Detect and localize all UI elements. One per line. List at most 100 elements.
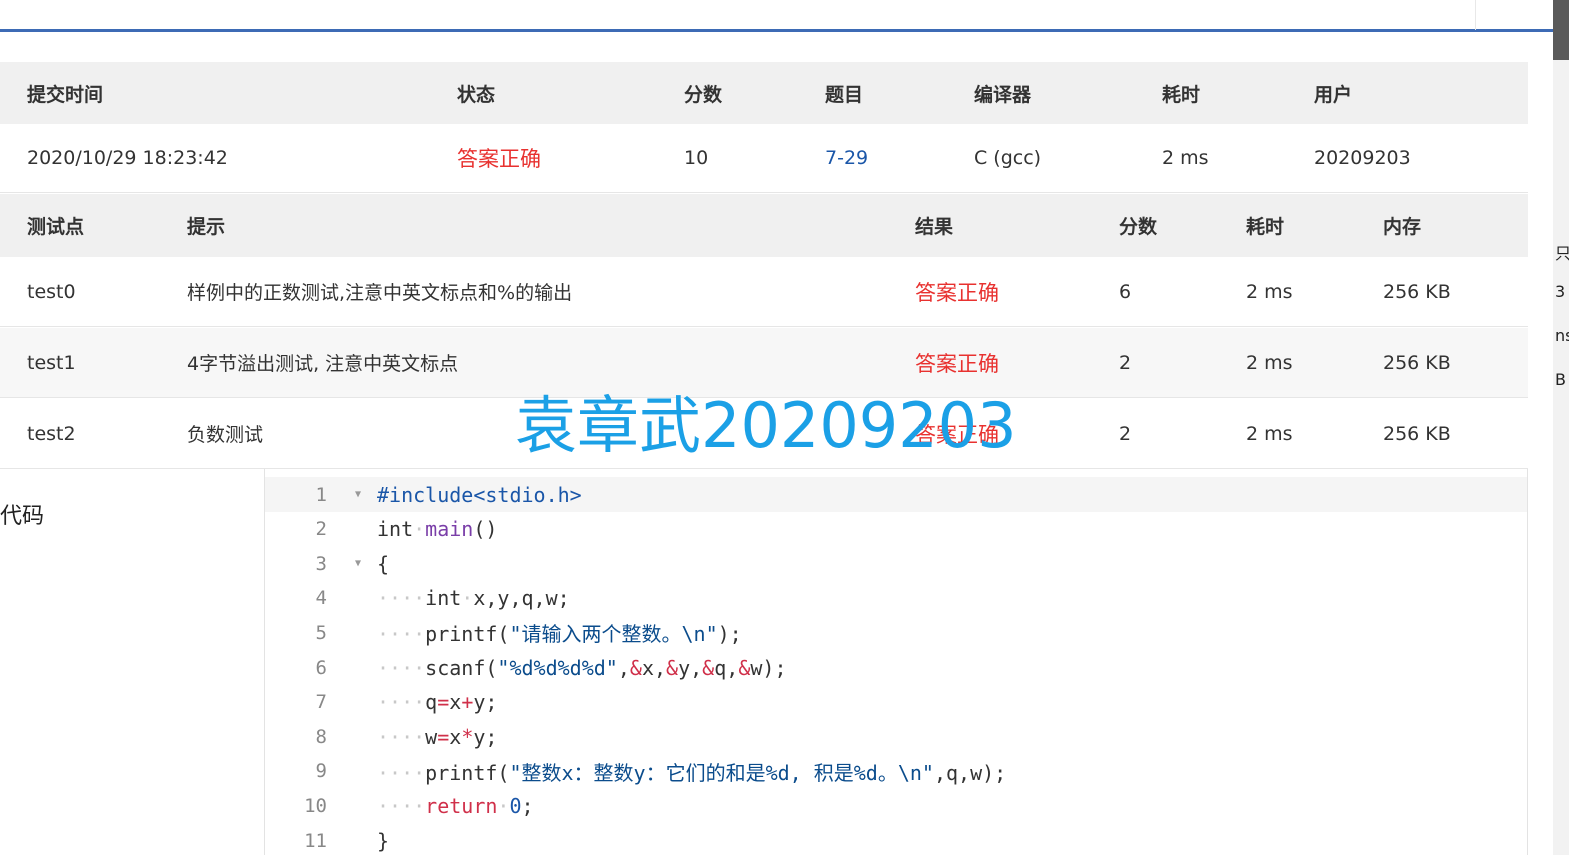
- header-hint: 提示: [187, 216, 226, 238]
- test-result: 答案正确: [915, 280, 999, 305]
- test-score: 2: [1119, 422, 1132, 445]
- code-token: *: [461, 724, 474, 749]
- header-elapsed: 耗时: [1162, 83, 1201, 106]
- test-hint: 负数测试: [187, 424, 264, 446]
- code-line[interactable]: 3 ▼ {: [265, 546, 1527, 581]
- code-line[interactable]: 9 ····printf("整数x：整数y：它们的和是%d, 积是%d。\n",q…: [265, 754, 1527, 789]
- code-editor[interactable]: 1 ▼ #include<stdio.h> 2 int·main() 3 ▼{4 ····in…: [264, 469, 1528, 855]
- fold-arrow-icon[interactable]: ▼: [355, 489, 361, 500]
- header-submit-time: 提交时间: [27, 83, 104, 106]
- problem-link[interactable]: 7-29: [825, 124, 868, 192]
- header-user: 用户: [1314, 83, 1353, 106]
- code-token: x: [449, 724, 462, 749]
- line-number: 11: [304, 829, 327, 852]
- code-token: x,: [641, 655, 667, 680]
- line-number: 4: [315, 587, 327, 610]
- code-token: int: [425, 586, 462, 611]
- code-line[interactable]: 5 ····printf("请输入两个整数。\n");: [265, 615, 1527, 650]
- code-text: ····return·0;: [377, 794, 534, 818]
- code-token: "整数x：整数y：它们的和是%d, 积是%d。\n": [509, 760, 934, 785]
- code-token: =: [437, 690, 450, 715]
- code-token: {: [377, 551, 390, 576]
- code-line[interactable]: 11}: [265, 823, 1527, 855]
- compiler-value: C (gcc): [974, 147, 1042, 169]
- code-line[interactable]: 10 ····return·0;: [265, 788, 1527, 823]
- code-token: ····: [377, 793, 426, 818]
- code-text: ····scanf("%d%d%d%d",&x,&y,&q,&w);: [377, 656, 786, 680]
- test-memory: 256 KB: [1383, 351, 1451, 374]
- line-number: 10: [304, 794, 327, 817]
- edge-char: B: [1555, 370, 1566, 389]
- code-token: ····: [377, 724, 426, 749]
- code-text: ····w=x*y;: [377, 725, 497, 749]
- code-line[interactable]: 7 ····q=x+y;: [265, 685, 1527, 720]
- test-memory: 256 KB: [1383, 280, 1451, 303]
- code-token: q: [425, 690, 438, 715]
- code-line[interactable]: 2 int·main(): [265, 512, 1527, 547]
- top-bar-divider: [1475, 0, 1476, 30]
- code-token: +: [461, 690, 474, 715]
- code-token: &: [666, 655, 679, 680]
- code-token: printf(: [425, 622, 510, 647]
- code-token: ,: [617, 655, 630, 680]
- code-token: w);: [750, 655, 787, 680]
- code-text: {: [377, 552, 389, 576]
- test-score: 2: [1119, 351, 1132, 374]
- code-section-label: 代码: [0, 504, 45, 529]
- code-line[interactable]: 6 ····scanf("%d%d%d%d",&x,&y,&q,&w);: [265, 650, 1527, 685]
- header-compiler: 编译器: [974, 83, 1032, 106]
- header-memory: 内存: [1383, 216, 1422, 238]
- code-token: y;: [473, 724, 498, 749]
- adjacent-window-strip: [1553, 60, 1569, 855]
- top-bar: [0, 0, 1553, 32]
- code-token: 0: [509, 793, 522, 818]
- code-token: );: [717, 622, 742, 647]
- code-token: ·: [497, 793, 510, 818]
- test-id: test0: [27, 280, 76, 303]
- fold-arrow-icon[interactable]: ▼: [355, 558, 361, 569]
- test-time: 2 ms: [1246, 422, 1293, 445]
- header-test-point: 测试点: [27, 216, 85, 238]
- code-token: y,: [678, 655, 703, 680]
- line-number: 7: [315, 691, 327, 714]
- line-number: 6: [315, 656, 327, 679]
- test-memory: 256 KB: [1383, 422, 1451, 445]
- code-token: &: [738, 655, 751, 680]
- table-row: test0 样例中的正数测试,注意中英文标点和%的输出 答案正确 6 2 ms …: [0, 257, 1528, 327]
- submit-time: 2020/10/29 18:23:42: [27, 147, 228, 169]
- code-text: #include<stdio.h>: [377, 483, 582, 507]
- line-number: 9: [315, 760, 327, 783]
- score-value: 10: [684, 147, 709, 169]
- test-hint: 样例中的正数测试,注意中英文标点和%的输出: [187, 282, 573, 304]
- code-token: printf(: [425, 760, 510, 785]
- header-result: 结果: [915, 216, 954, 238]
- line-number: 3: [315, 552, 327, 575]
- edge-char: 3: [1555, 282, 1566, 301]
- test-time: 2 ms: [1246, 280, 1293, 303]
- code-token: y;: [473, 690, 498, 715]
- code-token: =: [437, 724, 450, 749]
- code-line[interactable]: 4 ····int·x,y,q,w;: [265, 581, 1527, 616]
- header-time: 耗时: [1246, 216, 1285, 238]
- header-status: 状态: [457, 83, 496, 106]
- adjacent-window-edge: 只 3 ns B: [1553, 0, 1569, 855]
- code-token: "%d%d%d%d": [497, 655, 618, 680]
- test-id: test1: [27, 351, 76, 374]
- code-token: ····: [377, 760, 426, 785]
- code-text: ····q=x+y;: [377, 690, 497, 714]
- user-value: 20209203: [1314, 147, 1411, 169]
- elapsed-value: 2 ms: [1162, 147, 1209, 169]
- code-line[interactable]: 1 ▼ #include<stdio.h>: [265, 477, 1527, 512]
- code-token: return: [425, 793, 498, 818]
- code-token: q,: [714, 655, 739, 680]
- line-number: 2: [315, 518, 327, 541]
- watermark-text: 袁章武20209203: [515, 389, 1017, 462]
- code-token: ····: [377, 622, 426, 647]
- code-token: (): [473, 517, 498, 542]
- code-line[interactable]: 8 ····w=x*y;: [265, 719, 1527, 754]
- code-token: #include<stdio.h>: [377, 482, 582, 507]
- test-hint: 4字节溢出测试, 注意中英文标点: [187, 353, 459, 375]
- code-token: ····: [377, 586, 426, 611]
- code-token: ,q,w);: [933, 760, 1007, 785]
- header-problem: 题目: [825, 83, 864, 106]
